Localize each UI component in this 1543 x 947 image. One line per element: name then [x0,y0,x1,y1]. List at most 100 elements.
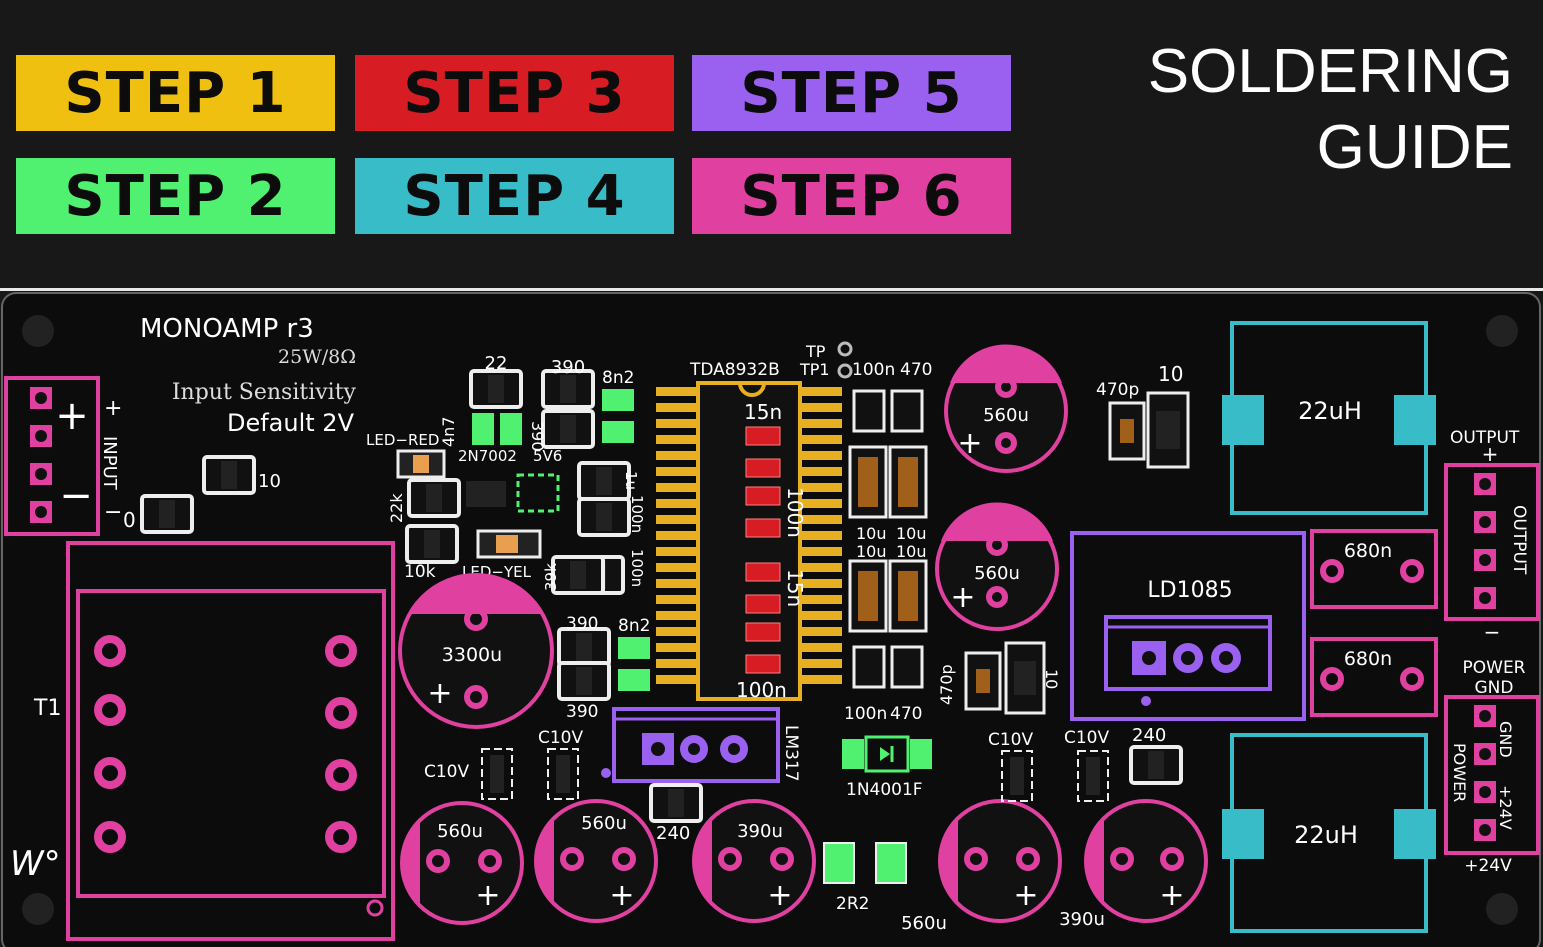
resistor-22 [469,369,523,409]
cap-390u-b: + [1084,799,1208,923]
label-0: 0 [123,508,136,532]
label-100n-a: 100n [628,495,646,533]
svg-text:22uH: 22uH [1298,397,1362,425]
cap-1u [577,461,631,501]
label-39k: 39k [542,563,560,591]
svg-text:+: + [427,676,452,711]
mount-hole [1486,315,1518,347]
transformer-label: T1 [33,696,61,721]
label-2n7002: 2N7002 [458,447,517,465]
label-8n2a: 8n2 [602,368,634,388]
cap-8n2a-pad [602,421,634,443]
mount-hole [22,893,54,925]
cap-560u-b: 560u + [935,502,1059,631]
label-470a: 470 [900,360,932,380]
svg-text:680n: 680n [1344,540,1392,562]
label-390c: 390 [566,614,598,634]
label-1u: 1u [622,471,640,490]
label-10u-c: 10u [856,542,887,561]
page-title: SOLDERING GUIDE [1148,34,1513,186]
label-10u-d: 10u [896,542,927,561]
label-8n2b: 8n2 [618,616,650,636]
power-top: POWER [1450,743,1469,802]
resistor-240a [649,783,703,823]
label-22: 22 [485,353,508,374]
resistor-240b [1129,745,1183,785]
pcb-board: MONOAMP r3 25W/8Ω Input Sensitivity Defa… [1,292,1541,947]
cap-8n2b-pad [618,669,650,691]
input-plus-small: + [104,396,122,421]
label-10c: 10 [1042,669,1061,689]
label-10u-a: 10u [856,524,887,543]
label-100n-b: 100n [628,549,646,587]
sensitivity-label: Input Sensitivity [172,380,357,405]
ic-c1: 15n [744,400,782,424]
label-22k: 22k [387,493,406,523]
transistor-2n7002 [466,481,506,507]
cap-100n-d [852,645,886,689]
power-gnd-pin: GND [1496,721,1515,758]
svg-text:+: + [957,426,982,461]
cap-560u-e: + [938,799,1062,923]
board-rating: 25W/8Ω [278,346,356,368]
output-plus: + [1482,442,1499,466]
label-led-red: LED−RED [366,431,439,449]
svg-text:+: + [475,878,500,913]
resistor-390c [557,627,611,667]
title-line-2: GUIDE [1316,113,1513,182]
cap-560u-a: 560u + [944,344,1068,473]
input-plus: + [55,393,89,439]
label-5v6: 5V6 [533,447,562,465]
svg-text:22uH: 22uH [1294,821,1358,849]
input-label: INPUT [99,436,120,491]
resistor-39k [551,555,605,595]
label-240b: 240 [1132,725,1166,746]
resistor-390d [557,661,611,701]
output-top: OUTPUT [1509,505,1529,575]
svg-text:680n: 680n [1344,648,1392,670]
sensitivity-value: Default 2V [227,409,355,437]
cap-100n-a [577,497,631,537]
power-24v-pin: +24V [1496,785,1515,830]
svg-text:+: + [767,878,792,913]
ic-c4: 100n [736,678,787,702]
output-minus: − [1484,620,1501,644]
cap-100n-c [852,389,886,433]
input-minus-small: − [104,500,122,525]
svg-text:560u: 560u [581,813,627,834]
label-4n7: 4n7 [439,417,458,448]
board-name: MONOAMP r3 [140,314,314,344]
svg-text:560u: 560u [983,405,1029,426]
svg-text:C10V: C10V [988,730,1034,750]
step-6-legend: STEP 6 [692,158,1011,234]
cap-8n2b [618,637,650,659]
label-560u-e: 560u [901,913,947,934]
step-5-legend: STEP 5 [692,55,1011,131]
label-100n-d: 100n [844,704,887,724]
cap-4n7 [472,413,494,445]
ld1085-label: LD1085 [1147,578,1232,603]
svg-text:560u: 560u [974,563,1020,584]
label-10k: 10k [404,562,436,582]
svg-text:+: + [1159,878,1184,913]
resistor-470b [890,645,924,689]
svg-text:560u: 560u [437,821,483,842]
cap-4n7-pad [500,413,522,445]
label-240a: 240 [656,823,690,844]
svg-text:C10V: C10V [1064,728,1110,748]
label-390u-b: 390u [1059,909,1105,930]
svg-text:2R2: 2R2 [836,894,869,914]
tp-label: TP [805,342,826,361]
svg-text:C10V: C10V [424,762,470,782]
cap-560u-c: 560u + [400,801,524,925]
step-1-legend: STEP 1 [16,55,335,131]
label-10b: 10 [1158,362,1183,386]
ic-c2: 100n [783,487,807,538]
cap-390u-a: 390u + [692,799,816,923]
svg-text:390u: 390u [737,821,783,842]
resistor-390b [541,409,595,449]
step-2-legend: STEP 2 [16,158,335,234]
label-470b: 470 [890,704,922,724]
resistor-10k [405,524,459,564]
ic-c3: 15n [783,569,807,607]
